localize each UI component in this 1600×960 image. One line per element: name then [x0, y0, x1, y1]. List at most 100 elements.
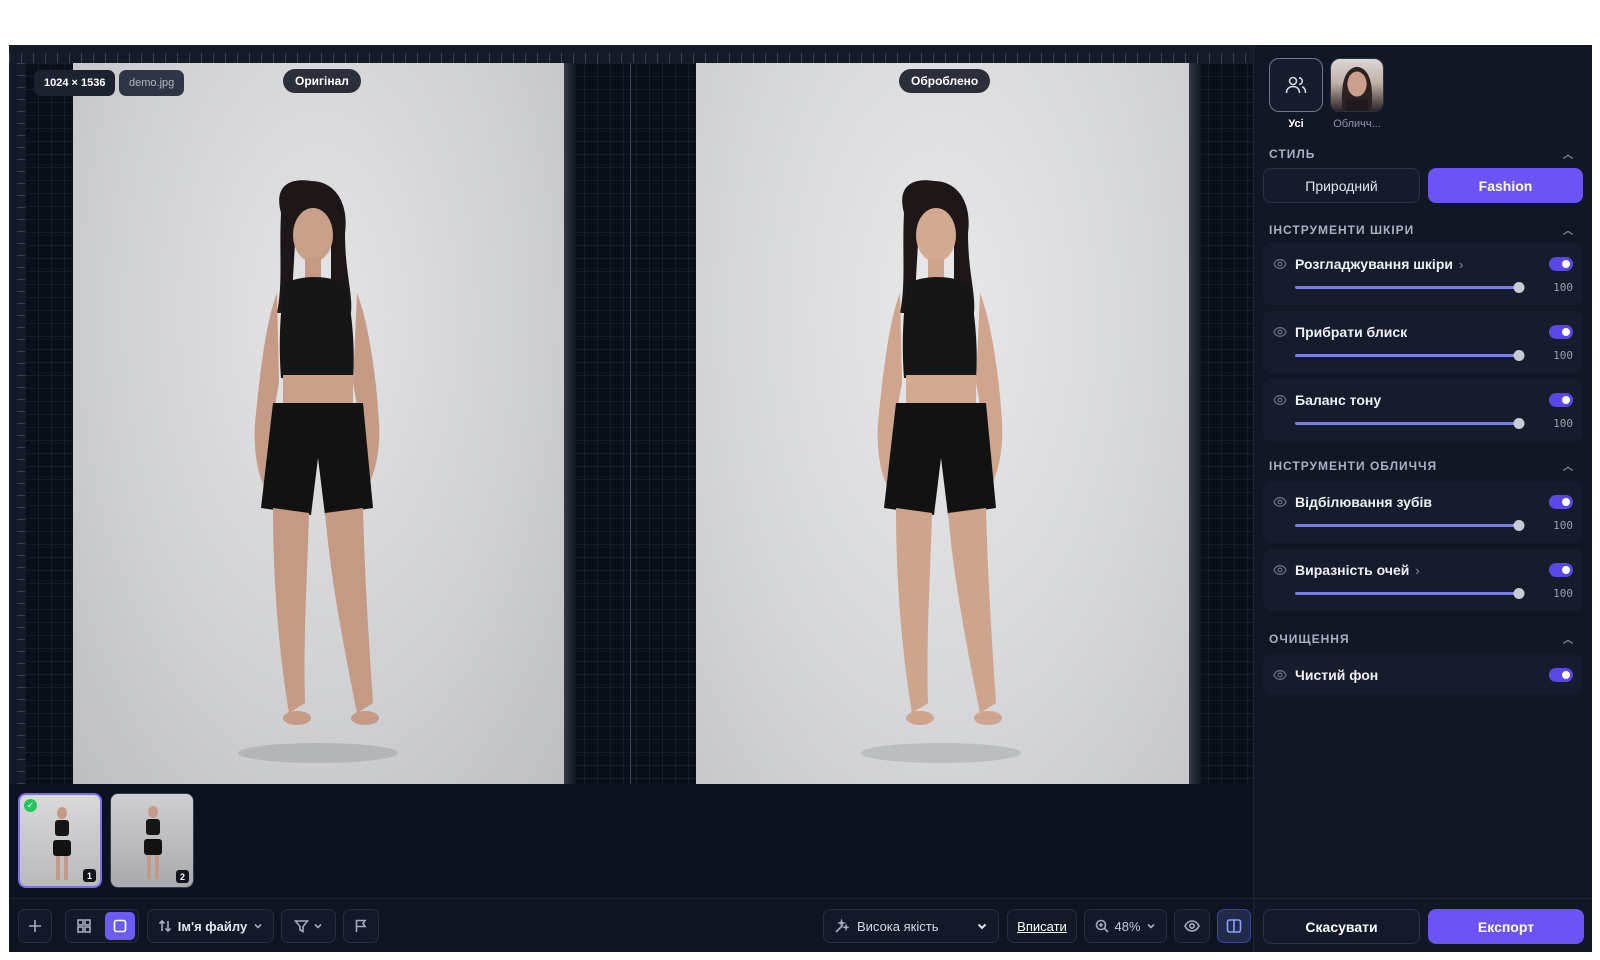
tool-skin-smoothing: Розгладжування шкіри › 100: [1263, 243, 1583, 305]
image-size-badge: 1024 × 1536: [34, 70, 116, 96]
tool-label: Розгладжування шкіри: [1295, 256, 1453, 272]
sort-icon: [158, 919, 171, 933]
view-mode-toggle: [65, 909, 139, 943]
section-header-style[interactable]: СТИЛЬ ︿: [1269, 146, 1574, 162]
tool-shine-removal: Прибрати блиск 100: [1263, 311, 1583, 373]
section-title: ІНСТРУМЕНТИ ШКІРИ: [1269, 222, 1415, 237]
fit-button[interactable]: Вписати: [1007, 909, 1077, 943]
sort-dropdown[interactable]: Ім'я файлу: [147, 909, 274, 943]
tool-slider[interactable]: [1295, 282, 1525, 293]
single-view-button[interactable]: [105, 912, 135, 940]
filter-dropdown[interactable]: [281, 909, 336, 943]
slider-knob[interactable]: [1513, 588, 1525, 599]
sparkle-wand-icon: [835, 918, 849, 933]
section-header-face[interactable]: ІНСТРУМЕНТИ ОБЛИЧЧЯ ︿: [1269, 458, 1574, 474]
style-option-fashion[interactable]: Fashion: [1428, 168, 1583, 203]
tool-toggle[interactable]: [1549, 668, 1573, 682]
chevron-up-icon: ︿: [1563, 150, 1574, 161]
plus-icon: [29, 920, 41, 932]
tool-name[interactable]: Розгладжування шкіри ›: [1295, 256, 1463, 272]
chevron-up-icon: ︿: [1563, 226, 1574, 237]
eye-icon[interactable]: [1273, 563, 1287, 582]
eye-icon[interactable]: [1273, 393, 1287, 412]
processed-check-icon: ✓: [24, 799, 37, 812]
tool-value: 100: [1553, 417, 1573, 430]
tool-eye-clarity: Виразність очей › 100: [1263, 549, 1583, 611]
slider-knob[interactable]: [1513, 282, 1525, 293]
tool-slider[interactable]: [1295, 350, 1525, 361]
tool-label: Баланс тону: [1295, 392, 1382, 408]
section-header-cleanup[interactable]: ОЧИЩЕННЯ ︿: [1269, 631, 1574, 647]
slider-knob[interactable]: [1513, 418, 1525, 429]
tool-toggle[interactable]: [1549, 257, 1573, 271]
slider-knob[interactable]: [1513, 350, 1525, 361]
panel-footer: Скасувати Експорт: [1254, 898, 1592, 952]
preview-toggle-button[interactable]: [1174, 909, 1210, 943]
face-tab-person-label: Обличч...: [1333, 118, 1381, 130]
face-portrait: [1341, 66, 1373, 111]
slider-knob[interactable]: [1513, 520, 1525, 531]
backdrop-edge: [562, 63, 576, 784]
tool-name[interactable]: Виразність очей ›: [1295, 562, 1420, 578]
cancel-button[interactable]: Скасувати: [1263, 909, 1420, 944]
chevron-right-icon: ›: [1458, 256, 1464, 272]
tool-slider[interactable]: [1295, 418, 1525, 429]
users-icon: [1285, 76, 1307, 94]
eye-icon[interactable]: [1273, 668, 1287, 687]
add-button[interactable]: [18, 909, 52, 943]
sort-label: Ім'я файлу: [177, 918, 248, 934]
processed-label: Оброблено: [899, 69, 991, 93]
split-view-icon: [1226, 919, 1242, 933]
eye-icon[interactable]: [1273, 495, 1287, 514]
face-tab-person[interactable]: Обличч...: [1330, 58, 1384, 130]
quality-dropdown[interactable]: Висока якість: [823, 909, 999, 943]
section-title: ОЧИЩЕННЯ: [1269, 631, 1350, 646]
grid-view-button[interactable]: [69, 912, 99, 940]
tool-name[interactable]: Прибрати блиск: [1295, 324, 1407, 340]
processed-photo[interactable]: [696, 63, 1189, 784]
chevron-down-icon: [254, 923, 262, 929]
tool-tone-balance: Баланс тону 100: [1263, 379, 1583, 441]
tool-name[interactable]: Відбілювання зубів: [1295, 494, 1432, 510]
zoom-level: 48%: [1114, 918, 1141, 934]
face-tab-all[interactable]: Усі: [1269, 58, 1323, 130]
chevron-down-icon: [1146, 923, 1155, 929]
person-figure: [861, 180, 1021, 763]
tool-toggle[interactable]: [1549, 393, 1573, 407]
original-photo[interactable]: [73, 63, 564, 784]
tool-slider[interactable]: [1295, 588, 1525, 599]
tool-label: Відбілювання зубів: [1295, 494, 1432, 510]
eye-icon[interactable]: [1273, 325, 1287, 344]
file-name-badge: demo.jpg: [119, 70, 185, 96]
thumbnail-number: 1: [83, 869, 96, 882]
thumbnail[interactable]: 2: [110, 793, 194, 888]
compare-view-button[interactable]: [1217, 909, 1251, 943]
eye-icon[interactable]: [1273, 257, 1287, 276]
grid-icon: [77, 919, 91, 933]
compare-divider[interactable]: [630, 63, 631, 784]
tool-name[interactable]: Баланс тону: [1295, 392, 1381, 408]
tool-name[interactable]: Чистий фон: [1295, 667, 1378, 683]
square-icon: [113, 919, 127, 933]
tool-value: 100: [1553, 349, 1573, 362]
tool-toggle[interactable]: [1549, 495, 1573, 509]
tool-toggle[interactable]: [1549, 563, 1573, 577]
section-header-skin[interactable]: ІНСТРУМЕНТИ ШКІРИ ︿: [1269, 222, 1574, 238]
bottom-toolbar: Ім'я файлу Висока якість Вписати 48%: [9, 898, 1253, 952]
section-title: СТИЛЬ: [1269, 146, 1316, 161]
canvas-area[interactable]: 1024 × 1536 demo.jpg Оригінал Оброблено: [9, 45, 1253, 784]
flag-button[interactable]: [343, 909, 379, 943]
tool-label: Виразність очей: [1295, 562, 1410, 578]
vertical-ruler: [9, 63, 25, 784]
face-avatar: [1330, 58, 1384, 112]
tool-toggle[interactable]: [1549, 325, 1573, 339]
thumbnail[interactable]: ✓ 1: [18, 793, 102, 888]
tool-value: 100: [1553, 281, 1573, 294]
export-button[interactable]: Експорт: [1428, 909, 1584, 944]
tool-slider[interactable]: [1295, 520, 1525, 531]
section-title: ІНСТРУМЕНТИ ОБЛИЧЧЯ: [1269, 458, 1438, 473]
zoom-dropdown[interactable]: 48%: [1084, 909, 1167, 943]
tool-label: Прибрати блиск: [1295, 324, 1408, 340]
style-option-natural[interactable]: Природний: [1263, 168, 1420, 203]
chevron-up-icon: ︿: [1563, 635, 1574, 646]
